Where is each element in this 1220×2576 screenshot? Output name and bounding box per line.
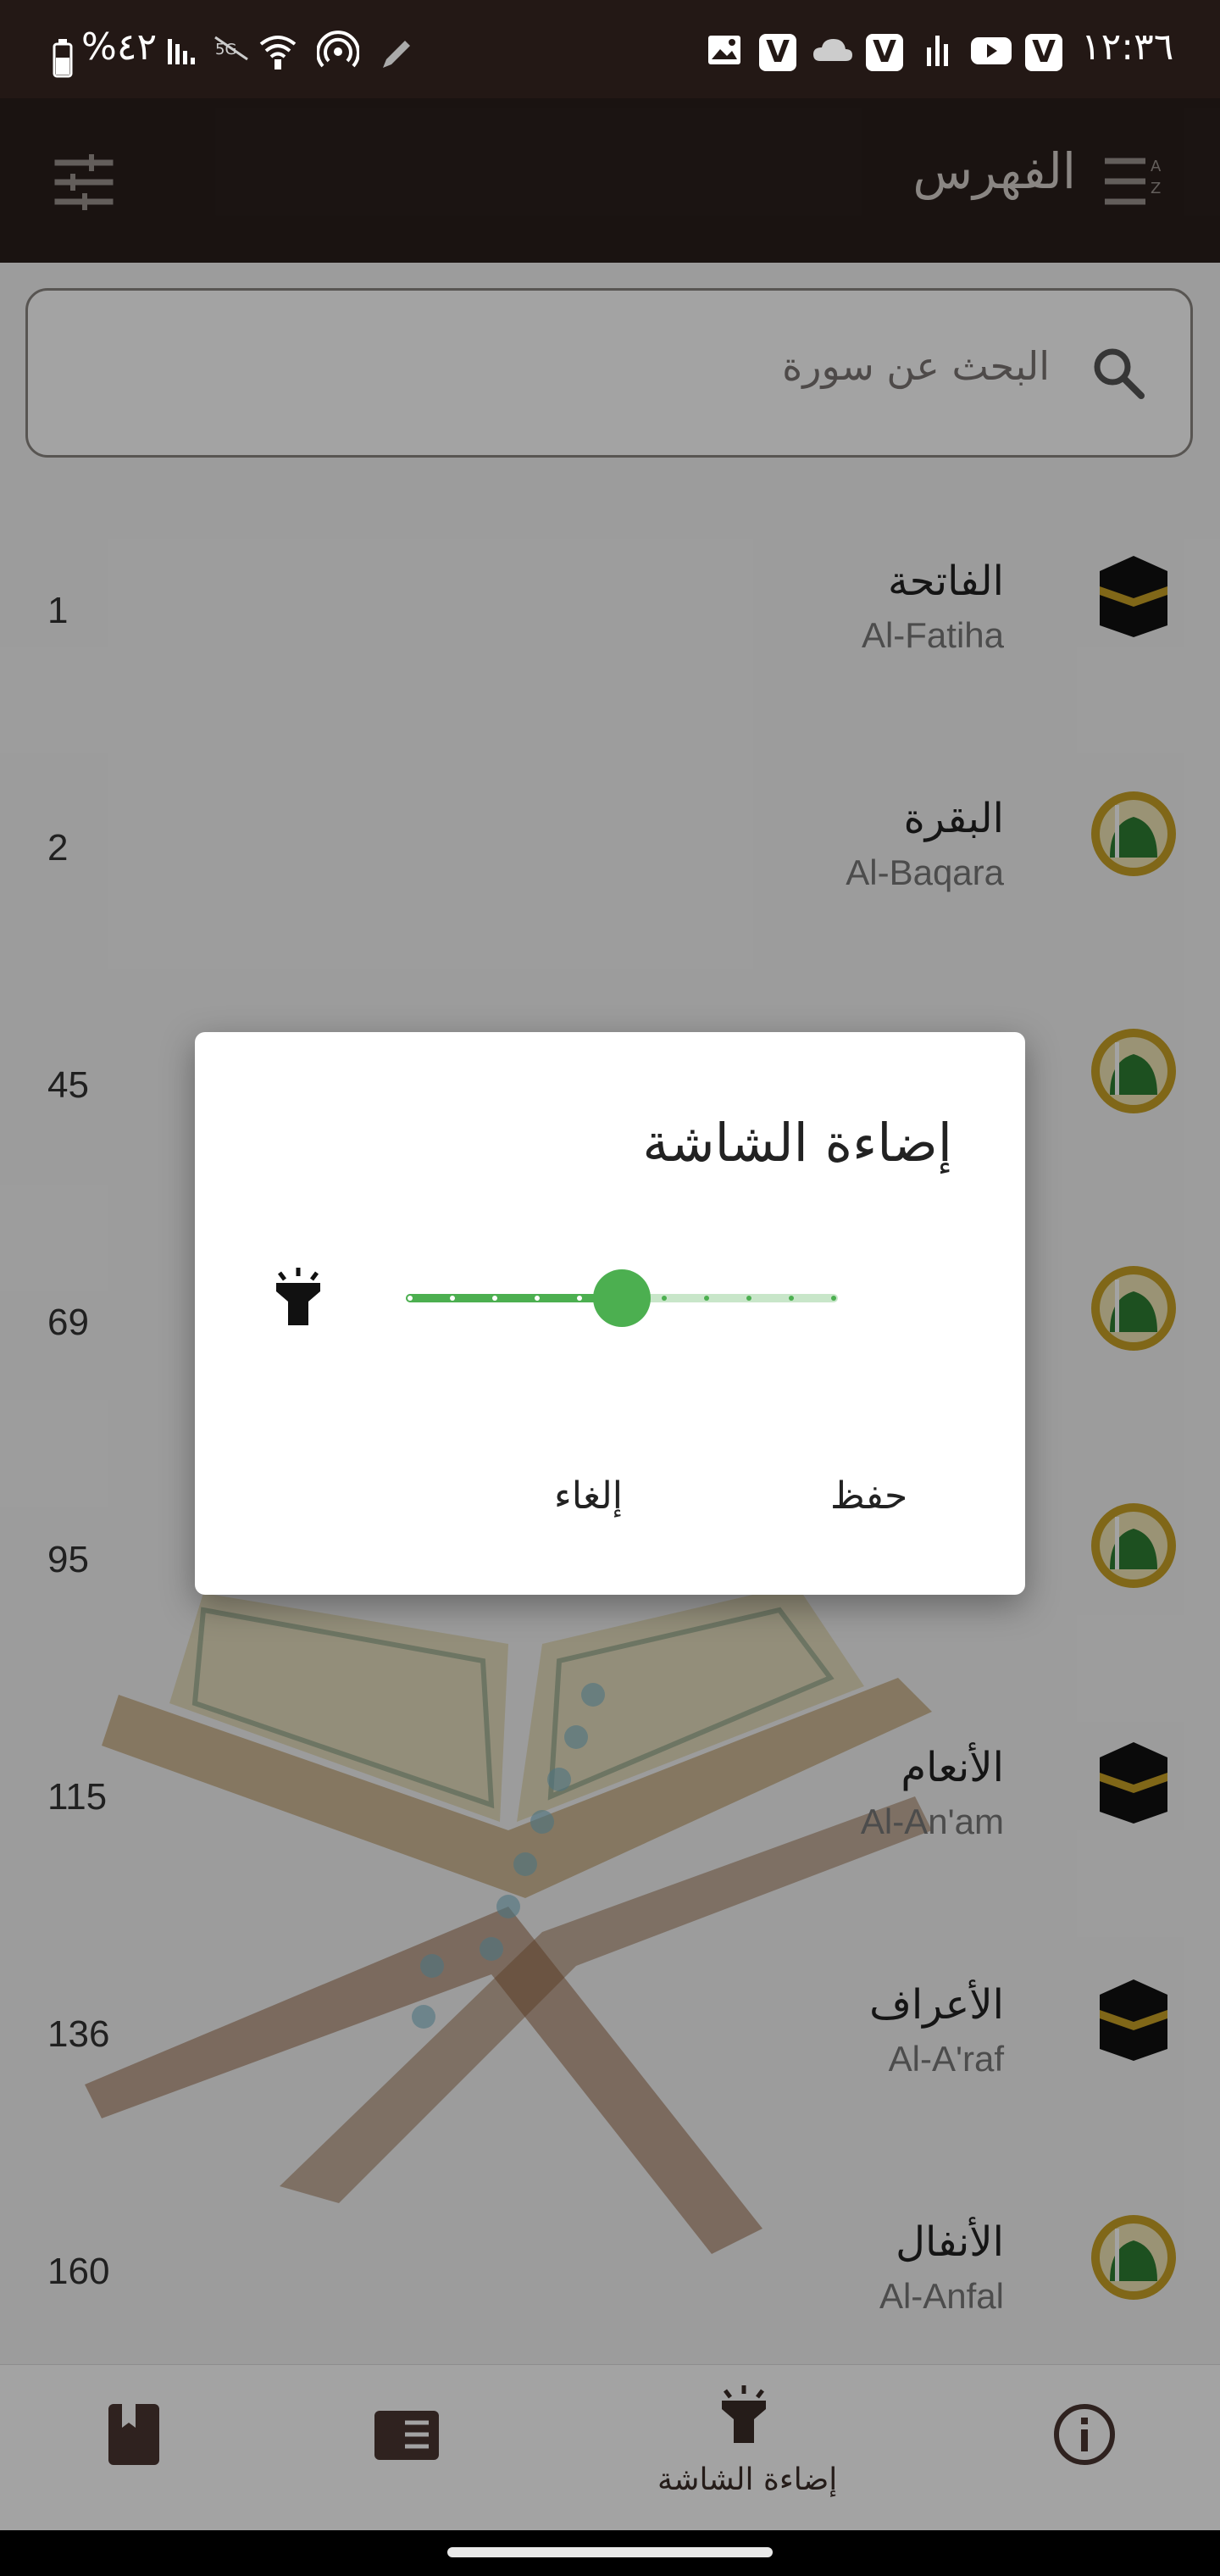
hotspot-icon [317,31,359,68]
image-icon [708,36,740,64]
brightness-dialog: إضاءة الشاشة إلغاء حفظ [195,1032,1025,1595]
slider-tick [450,1296,455,1301]
slider-tick [789,1296,794,1301]
slider-tick [408,1296,413,1301]
slider-thumb [593,1269,651,1327]
dialog-title: إضاءة الشاشة [642,1112,952,1174]
save-button[interactable]: حفظ [830,1474,907,1518]
v-app-icon: V [1025,34,1062,71]
signal-icon [168,39,195,64]
v-app-icon: V [759,34,796,71]
wifi-icon [259,36,297,69]
slider-tick [704,1296,709,1301]
slider-tick [662,1296,667,1301]
battery-icon [53,39,73,78]
cancel-button[interactable]: إلغاء [554,1474,623,1518]
home-indicator[interactable] [447,2547,773,2557]
clock: ١٢:٣٦ [1081,25,1174,69]
brightness-slider[interactable] [402,1266,842,1330]
youtube-icon [971,37,1012,64]
flashlight-icon [276,1268,320,1325]
cloud-icon [813,39,852,61]
slider-tick [577,1296,582,1301]
v-app-icon: V [866,34,903,71]
slider-tick [492,1296,497,1301]
slider-tick [535,1296,540,1301]
battery-percent: %٤٢ [81,25,158,69]
signal-bars-icon [927,36,948,66]
pen-icon [383,41,410,68]
slider-tick [746,1296,751,1301]
slider-tick [831,1296,836,1301]
no-data-icon: 5G [214,36,248,61]
status-bar: %٤٢ 5G V V V ١٢:٣٦ [0,0,1220,98]
